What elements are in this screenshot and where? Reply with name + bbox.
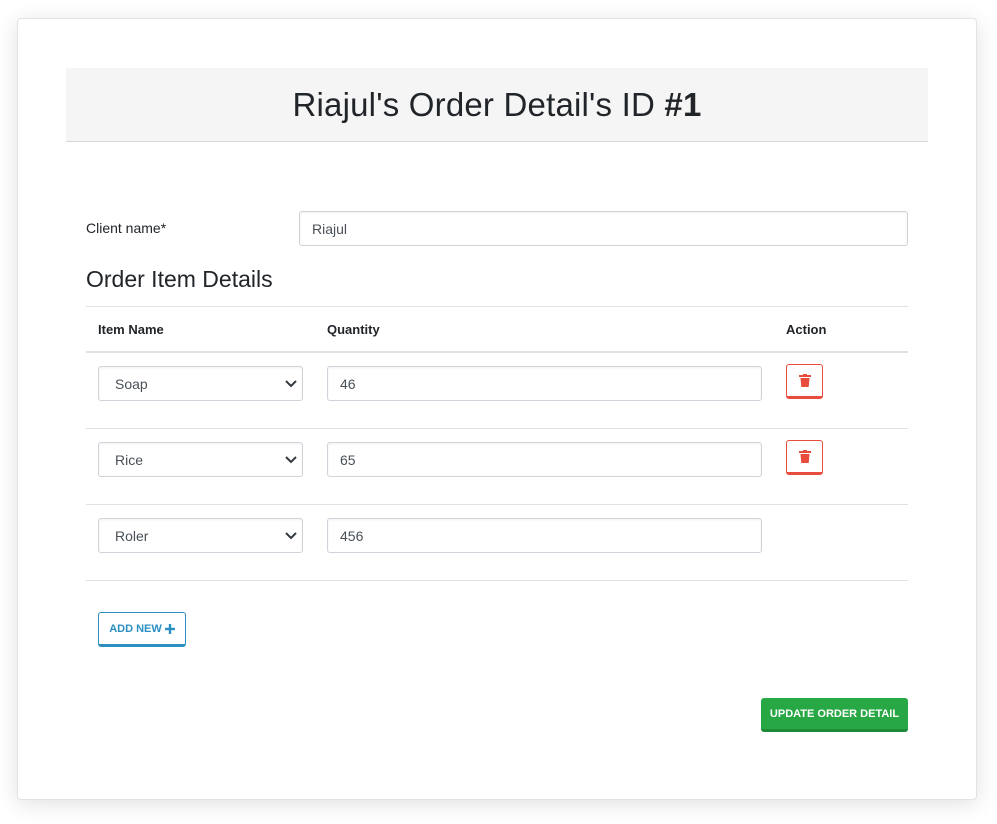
- page-header: Riajul's Order Detail's ID #1: [66, 68, 928, 142]
- item-select-value: Rice: [115, 452, 144, 468]
- chevron-down-icon: [285, 380, 297, 388]
- table-row: Rice: [86, 429, 908, 505]
- chevron-down-icon: [285, 532, 297, 540]
- table-row: Roler: [86, 505, 908, 581]
- client-name-label: Client name*: [86, 220, 167, 236]
- add-new-label: ADD NEW: [109, 622, 162, 635]
- quantity-input[interactable]: [327, 366, 762, 401]
- item-select-value: Soap: [115, 376, 148, 392]
- order-items-title: Order Item Details: [86, 266, 273, 292]
- column-header-quantity: Quantity: [327, 322, 380, 337]
- column-header-item-name: Item Name: [98, 322, 164, 337]
- order-detail-card: Riajul's Order Detail's ID #1 Client nam…: [17, 18, 977, 800]
- page-title-prefix: Riajul's Order Detail's ID: [292, 85, 665, 123]
- plus-icon: [164, 623, 175, 634]
- item-select[interactable]: Soap: [98, 366, 303, 401]
- item-select[interactable]: Rice: [98, 442, 303, 477]
- table-row: Soap: [86, 353, 908, 429]
- order-items-table: Item Name Quantity Action Soap Rice: [86, 306, 908, 581]
- delete-row-button[interactable]: [786, 440, 823, 475]
- item-select-value: Roler: [115, 528, 149, 544]
- column-header-action: Action: [786, 322, 827, 337]
- quantity-input[interactable]: [327, 442, 762, 477]
- client-name-input[interactable]: [299, 211, 908, 246]
- delete-row-button[interactable]: [786, 364, 823, 399]
- item-select[interactable]: Roler: [98, 518, 303, 553]
- trash-icon: [798, 374, 811, 387]
- table-header: Item Name Quantity Action: [86, 306, 908, 353]
- update-order-detail-button[interactable]: UPDATE ORDER DETAIL: [761, 698, 908, 732]
- page-title: Riajul's Order Detail's ID #1: [292, 86, 701, 124]
- add-new-button[interactable]: ADD NEW: [98, 612, 186, 647]
- trash-icon: [798, 450, 811, 463]
- order-id: #1: [664, 85, 702, 123]
- quantity-input[interactable]: [327, 518, 762, 553]
- chevron-down-icon: [285, 456, 297, 464]
